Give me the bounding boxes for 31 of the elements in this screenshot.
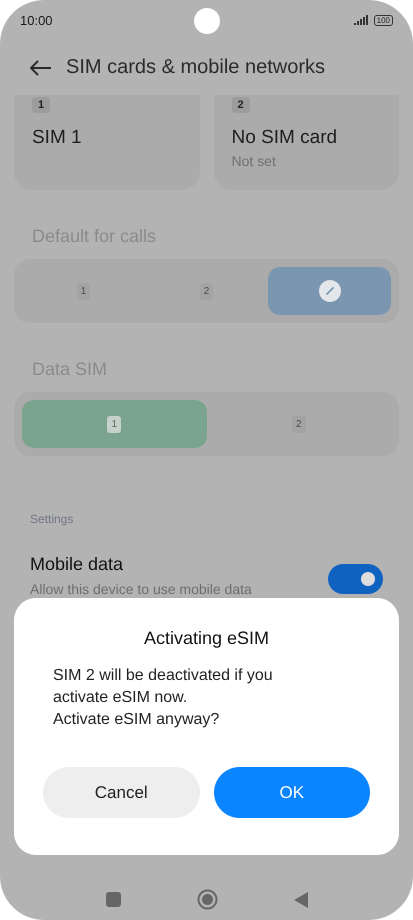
signal-icon <box>354 15 370 25</box>
sim-card[interactable]: 2 No SIM card Not set <box>214 95 399 190</box>
slot-number: 1 <box>32 97 50 113</box>
setting-title: Mobile data <box>30 554 124 575</box>
dialog-button[interactable]: OK <box>214 767 370 818</box>
back-arrow-icon[interactable] <box>30 60 52 76</box>
sim-option[interactable]: 1 <box>22 267 145 315</box>
dialog-title: Activating eSIM <box>142 628 270 649</box>
sim-option[interactable]: 1 <box>22 400 206 448</box>
recents-icon[interactable] <box>106 892 120 907</box>
setting-description: Allow this device to use mobile data <box>30 581 252 597</box>
sim-card[interactable]: 1 SIM 1 <box>14 95 200 190</box>
edit-icon <box>318 280 340 302</box>
back-icon[interactable] <box>294 892 308 908</box>
dialog-button[interactable]: Cancel <box>43 767 200 818</box>
camera-cutout <box>194 8 220 34</box>
sim-status: Not set <box>232 153 277 169</box>
sim-name: SIM 1 <box>32 127 83 149</box>
sim-name: No SIM card <box>232 127 338 149</box>
toggle-switch[interactable] <box>328 564 383 594</box>
home-icon[interactable] <box>196 889 218 910</box>
dialog-message: Activate eSIM anyway? <box>53 710 220 730</box>
page-title: SIM cards & mobile networks <box>66 56 325 79</box>
sim-option[interactable] <box>268 267 391 315</box>
sim-option[interactable]: 2 <box>145 267 268 315</box>
sim-option[interactable]: 2 <box>206 400 391 448</box>
section-heading: Settings <box>29 512 74 526</box>
dialog-message: SIM 2 will be deactivated if you activate eSIM now. <box>53 666 274 708</box>
status-time: 10:00 <box>20 12 53 28</box>
slot-number: 2 <box>232 97 250 113</box>
battery-level: 100 <box>374 14 393 26</box>
